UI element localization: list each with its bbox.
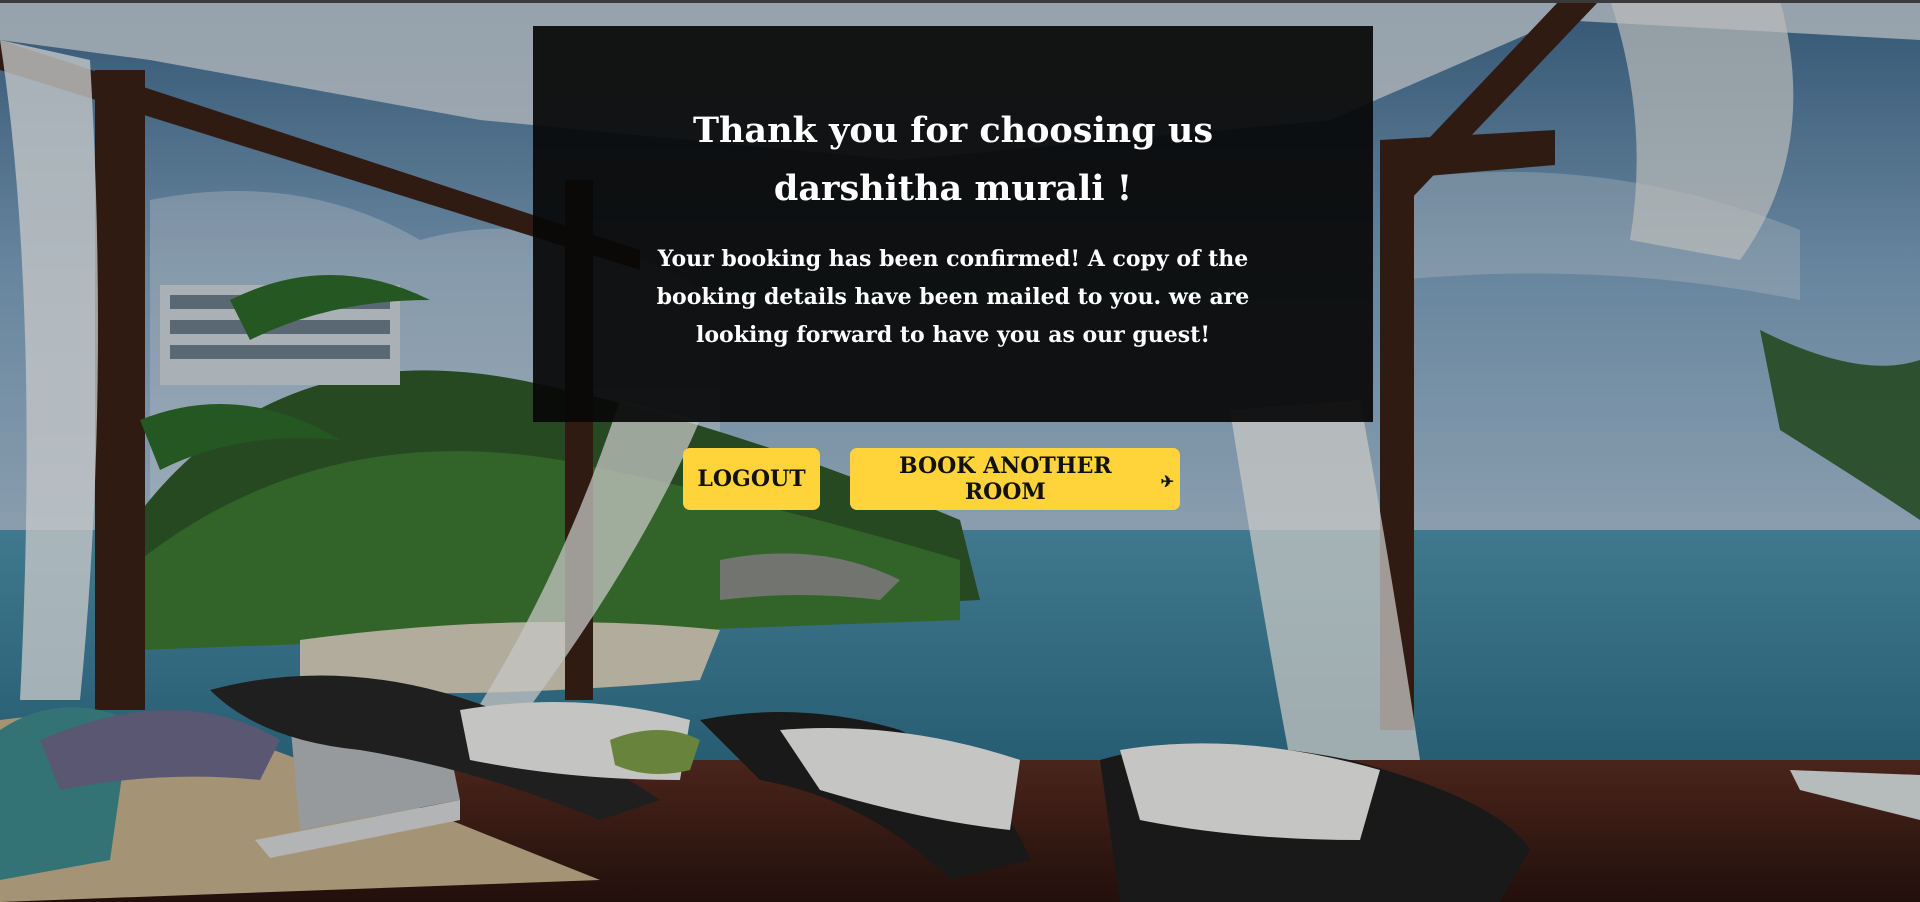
book-another-room-label: BOOK ANOTHER ROOM bbox=[898, 453, 1112, 505]
logout-button[interactable]: LOGOUT bbox=[683, 448, 820, 510]
book-another-room-button[interactable]: BOOK ANOTHER ROOM ✈ bbox=[850, 448, 1180, 510]
confirmation-message: Your booking has been confirmed! A copy … bbox=[656, 246, 1250, 348]
top-border bbox=[0, 0, 1920, 3]
airplane-icon: ✈ bbox=[1160, 471, 1174, 491]
logout-button-label: LOGOUT bbox=[697, 466, 806, 492]
confirmation-panel: Thank you for choosing us darshitha mura… bbox=[533, 26, 1373, 422]
confirmation-title: Thank you for choosing us darshitha mura… bbox=[692, 110, 1214, 209]
